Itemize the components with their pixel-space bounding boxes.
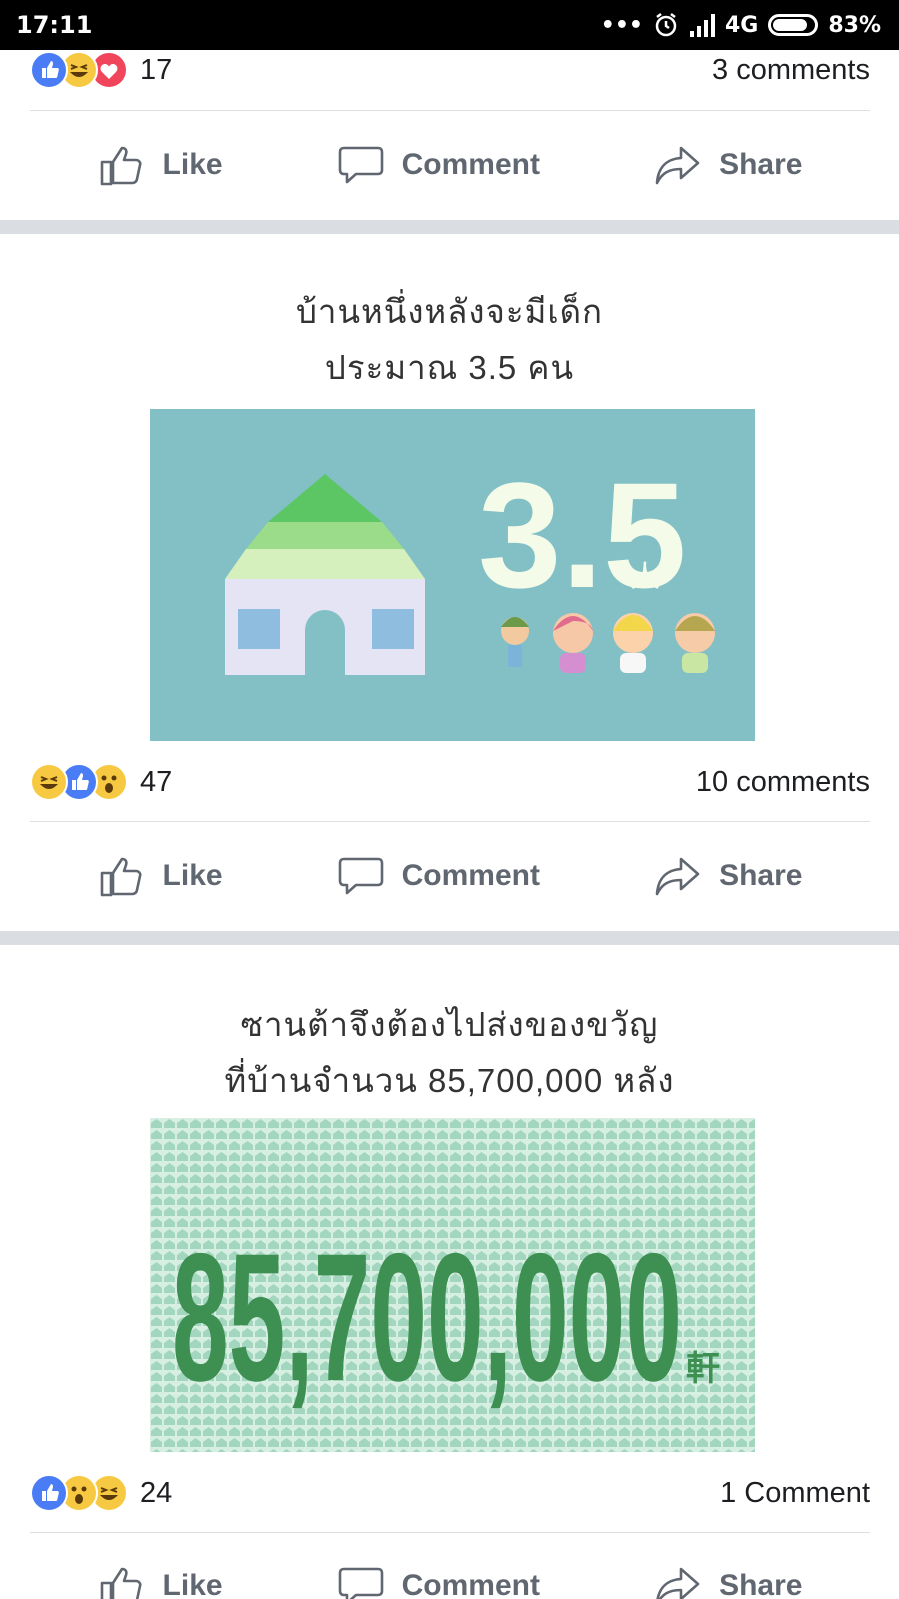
- post-3-image[interactable]: 85,700,000 軒: [150, 1118, 755, 1452]
- post-2-reactions-row: 47 10 comments: [30, 757, 870, 807]
- reaction-summary[interactable]: 17: [30, 51, 172, 89]
- comment-label: Comment: [401, 1569, 540, 1599]
- share-arrow-icon: [655, 857, 700, 896]
- like-icon: [30, 51, 68, 89]
- like-label: Like: [162, 1569, 223, 1599]
- post-1-action-row: Like Comment Share: [0, 115, 899, 215]
- reaction-count: 24: [140, 1476, 173, 1509]
- signal-icon: [689, 13, 715, 37]
- caption-line-2: ประมาณ 3.5 คน: [324, 349, 575, 386]
- like-button[interactable]: Like: [97, 140, 223, 190]
- image-unit: 軒: [686, 1349, 720, 1389]
- battery-percent: 83%: [828, 12, 881, 38]
- post-3-action-row: Like Comment Share: [0, 1536, 899, 1599]
- comment-button[interactable]: Comment: [336, 1561, 540, 1599]
- like-label: Like: [162, 148, 223, 181]
- house-count-illustration: 85,700,000 軒: [150, 1118, 755, 1452]
- share-button[interactable]: Share: [653, 140, 802, 190]
- alarm-icon: [653, 12, 679, 38]
- comment-bubble-icon: [338, 146, 383, 184]
- caption-line-1: บ้านหนึ่งหลังจะมีเด็ก: [295, 293, 604, 330]
- reaction-summary[interactable]: 24: [30, 1474, 172, 1512]
- image-unit: 人: [630, 560, 660, 595]
- post-3-caption: ซานต้าจึงต้องไปส่งของขวัญ ที่บ้านจำนวน 8…: [0, 997, 899, 1109]
- comment-label: Comment: [401, 148, 540, 181]
- like-button[interactable]: Like: [97, 851, 223, 901]
- haha-icon: [30, 763, 68, 801]
- thumbs-up-icon: [100, 146, 142, 186]
- like-icon: [30, 1474, 68, 1512]
- status-time: 17:11: [16, 11, 93, 39]
- post-2-image[interactable]: 3.5 人: [150, 409, 755, 741]
- like-button[interactable]: Like: [97, 1561, 223, 1599]
- post-2-action-row: Like Comment Share: [0, 826, 899, 926]
- comment-button[interactable]: Comment: [336, 140, 540, 190]
- post-3-reactions-row: 24 1 Comment: [30, 1468, 870, 1518]
- share-label: Share: [719, 1569, 803, 1599]
- comment-count[interactable]: 1 Comment: [720, 1477, 870, 1510]
- status-bar: 17:11 ••• 4G 83%: [0, 0, 899, 50]
- comment-count[interactable]: 3 comments: [712, 54, 870, 87]
- comment-bubble-icon: [338, 1567, 383, 1599]
- comment-bubble-icon: [338, 857, 383, 895]
- share-arrow-icon: [655, 146, 700, 185]
- share-label: Share: [719, 148, 803, 181]
- comment-label: Comment: [401, 859, 540, 892]
- feed-separator: [0, 220, 899, 234]
- like-label: Like: [162, 859, 223, 892]
- divider: [30, 821, 870, 822]
- post-1-reactions-row: 17 3 comments: [30, 45, 870, 95]
- thumbs-up-icon: [100, 1567, 142, 1599]
- divider: [30, 110, 870, 111]
- share-label: Share: [719, 859, 803, 892]
- caption-line-1: ซานต้าจึงต้องไปส่งของขวัญ: [240, 1006, 659, 1043]
- status-indicators: ••• 4G 83%: [601, 12, 881, 38]
- reaction-summary[interactable]: 47: [30, 763, 172, 801]
- house-children-illustration: 3.5 人: [225, 451, 715, 675]
- caption-line-2: ที่บ้านจำนวน 85,700,000 หลัง: [224, 1062, 675, 1099]
- share-arrow-icon: [656, 1567, 700, 1599]
- feed-separator: [0, 931, 899, 945]
- post-2-caption: บ้านหนึ่งหลังจะมีเด็ก ประมาณ 3.5 คน: [0, 284, 899, 396]
- more-dots-icon: •••: [600, 12, 643, 38]
- image-number: 85,700,000: [172, 1215, 682, 1419]
- battery-icon: [768, 14, 819, 36]
- child-figures: [501, 613, 715, 673]
- share-button[interactable]: Share: [653, 1561, 802, 1599]
- comment-count[interactable]: 10 comments: [696, 766, 870, 799]
- divider: [30, 1532, 870, 1533]
- share-button[interactable]: Share: [653, 851, 802, 901]
- comment-button[interactable]: Comment: [336, 851, 540, 901]
- thumbs-up-icon: [100, 857, 142, 897]
- reaction-count: 47: [140, 765, 173, 798]
- reaction-count: 17: [140, 53, 173, 86]
- network-type: 4G: [724, 12, 759, 38]
